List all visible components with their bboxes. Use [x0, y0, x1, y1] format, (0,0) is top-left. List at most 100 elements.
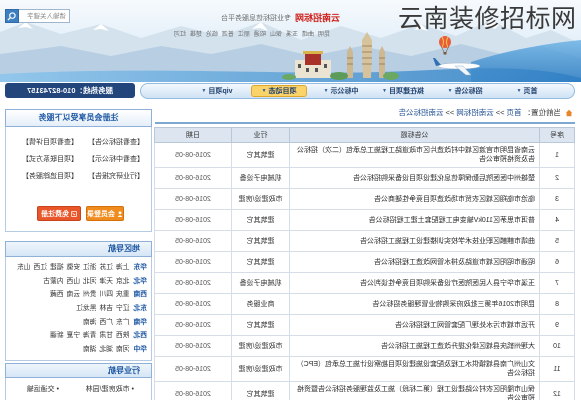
province-link[interactable]: 西藏 — [50, 291, 64, 298]
table-row[interactable]: 11 文山州广南县城镇供水工程及配套设施建设项目勘察设计施工总承包（EPC）招标… — [154, 356, 575, 382]
table-row[interactable]: 9 开远市城市污水处理厂配套管网工程招标公告 建筑其它 2016-08-05 — [154, 314, 575, 336]
notice-title-link[interactable]: 云南省昆明市官渡区城中村改造片区市政道路工程施工总承包（二次）招标公告及资格预审… — [289, 142, 540, 168]
nav-item-planned-projects[interactable]: 拟在建项目 ▼ — [372, 84, 434, 98]
notice-title-link[interactable]: 开远市城市污水处理厂配套管网工程招标公告 — [289, 314, 540, 336]
notice-industry: 建筑其它 — [231, 230, 290, 252]
notice-title-link[interactable]: 临沧市临翔区城区农贸市场改造项目竞争性磋商公告 — [289, 188, 540, 210]
nav-item-tender-notices[interactable]: 招标公告 ▼ — [434, 84, 496, 98]
province-link[interactable]: 福建 — [50, 264, 64, 271]
breadcrumb-current[interactable]: 云南招标公告 — [398, 107, 443, 119]
nav-item-award-notices[interactable]: 中标公示 ▼ — [310, 84, 372, 98]
breadcrumb-home[interactable]: 首页 — [507, 107, 522, 119]
industry-link[interactable]: • 市政房建/园林 — [86, 384, 134, 394]
breadcrumb-site[interactable]: 云南招标网 — [456, 107, 494, 119]
table-row[interactable]: 4 普洱市思茅区110kV输变电工程配套土建工程招标公告 建筑其它 2016-0… — [154, 209, 575, 231]
notice-title-link[interactable]: 曲靖市麒麟区职业技术学校实训楼建设工程施工招标公告 — [289, 230, 540, 252]
region-name-link[interactable]: 华中 — [133, 346, 147, 353]
notice-title-link[interactable]: 文山州广南县城镇供水工程及配套设施建设项目勘察设计施工总承包（EPC）招标公告 — [289, 356, 540, 382]
province-link[interactable]: 江苏 — [99, 264, 113, 271]
row-number: 1 — [539, 142, 575, 168]
province-link[interactable]: 贵州 — [83, 291, 97, 298]
notice-industry: 市政建设/房建 — [231, 356, 290, 382]
table-row[interactable]: 2 楚雄州中医医院后勤保障信息化建设项目设备采购招标公告 机械电子设备 2016… — [154, 167, 575, 189]
search-button[interactable] — [5, 9, 19, 23]
province-link[interactable]: 内蒙古 — [43, 278, 63, 285]
notice-title-link[interactable]: 楚雄州中医医院后勤保障信息化建设项目设备采购招标公告 — [289, 167, 540, 189]
breadcrumb: 当前位置： 首页 >> 云南招标网 >> 云南招标公告 — [398, 107, 573, 119]
nav-label: 招标公告 — [454, 88, 483, 95]
nav-item-project-news[interactable]: 项目动态 ▼ — [251, 85, 307, 97]
table-row[interactable]: 1 云南省昆明市官渡区城中村改造片区市政道路工程施工总承包（二次）招标公告及资格… — [154, 142, 575, 168]
province-link[interactable]: 河北 — [83, 278, 97, 285]
city-link[interactable]: 普洱 — [222, 29, 234, 38]
nav-label: 拟在建项目 — [388, 88, 424, 95]
province-link[interactable]: 陕西 — [116, 332, 130, 339]
city-link[interactable]: 保山 — [270, 29, 282, 38]
region-name-link[interactable]: 西北 — [133, 332, 147, 339]
province-link[interactable]: 四川 — [99, 291, 113, 298]
province-link[interactable]: 湖南 — [83, 346, 97, 353]
table-row[interactable]: 7 玉溪市华宁县人民医院医疗设备采购项目竞争性谈判公告 机械电子设备 2016-… — [154, 272, 575, 294]
nav-label: 首页 — [523, 88, 538, 95]
region-name-link[interactable]: 华东 — [133, 264, 147, 271]
province-link[interactable]: 青海 — [83, 332, 97, 339]
login-button[interactable]: 会员登录 — [86, 206, 124, 221]
province-link[interactable]: 海南 — [83, 319, 97, 326]
register-button[interactable]: 免费注册 — [37, 206, 81, 221]
province-link[interactable]: 甘肃 — [99, 332, 113, 339]
notice-title-link[interactable]: 普洱市思茅区110kV输变电工程配套土建工程招标公告 — [289, 209, 540, 231]
province-link[interactable]: 天津 — [99, 278, 113, 285]
region-name-link[interactable]: 西南 — [133, 291, 147, 298]
industry-link[interactable]: • 交通运输 — [27, 384, 59, 394]
province-link[interactable]: 广东 — [116, 319, 130, 326]
city-link[interactable]: 丽江 — [238, 29, 250, 38]
table-row[interactable]: 10 大理州鹤庆县城区绿化提升改造工程施工招标公告 市政建设/房建 2016-0… — [154, 335, 575, 357]
province-link[interactable]: 江西 — [34, 264, 48, 271]
notice-title-link[interactable]: 昭通市昭阳区城市道路及排水管网改造工程招标公告 — [289, 251, 540, 273]
table-row[interactable]: 5 曲靖市麒麟区职业技术学校实训楼建设工程施工招标公告 建筑其它 2016-08… — [154, 230, 575, 252]
province-link[interactable]: 上海 — [116, 264, 130, 271]
notice-title-link[interactable]: 玉溪市华宁县人民医院医疗设备采购项目竞争性谈判公告 — [289, 272, 540, 294]
column-header-no: 序号 — [539, 127, 575, 143]
province-link[interactable]: 安徽 — [66, 264, 80, 271]
notice-title-link[interactable]: 保山市隆阳区农村公路建设工程（第二标段）施工及监理服务招标公告暨资格预审公告 — [289, 381, 540, 400]
table-row[interactable]: 6 昭通市昭阳区城市道路及排水管网改造工程招标公告 建筑其它 2016-08-0… — [154, 251, 575, 273]
overlay-caption: 云南装修招标网 — [398, 4, 577, 33]
nav-item-vip-projects[interactable]: vip项目 ▼ — [186, 84, 248, 98]
region-name-link[interactable]: 东北 — [133, 305, 147, 312]
province-link[interactable]: 北京 — [116, 278, 130, 285]
province-link[interactable]: 辽宁 — [116, 305, 130, 312]
city-link[interactable]: 楚雄 — [190, 29, 202, 38]
province-link[interactable]: 山东 — [17, 264, 31, 271]
region-name-link[interactable]: 华北 — [133, 278, 147, 285]
region-name-link[interactable]: 华南 — [133, 319, 147, 326]
city-link[interactable]: 昆明 — [318, 29, 330, 38]
notice-industry: 机械电子设备 — [231, 167, 290, 189]
province-link[interactable]: 河南 — [116, 346, 130, 353]
city-link[interactable]: 玉溪 — [286, 29, 298, 38]
province-link[interactable]: 吉林 — [99, 305, 113, 312]
table-row[interactable]: 8 昆明市2016年第三批政府采购物业管理服务招标公告 商业服务 2016-08… — [154, 293, 575, 315]
city-link[interactable]: 临沧 — [206, 29, 218, 38]
province-link[interactable]: 山西 — [66, 278, 80, 285]
province-link[interactable]: 湖北 — [99, 346, 113, 353]
province-link[interactable]: 黑龙江 — [76, 305, 96, 312]
site-name[interactable]: 云南招标网 — [295, 11, 340, 24]
notice-date: 2016-08-05 — [154, 272, 232, 294]
city-link[interactable]: 红河 — [174, 29, 186, 38]
table-row[interactable]: 12 保山市隆阳区农村公路建设工程（第二标段）施工及监理服务招标公告暨资格预审公… — [154, 381, 575, 400]
province-link[interactable]: 云南 — [66, 291, 80, 298]
nav-item-home[interactable]: 首页 ▼ — [496, 84, 558, 98]
province-link[interactable]: 浙江 — [83, 264, 97, 271]
nav-items: 首页 ▼ 招标公告 ▼ 拟在建项目 ▼ 中标公示 ▼ 项目动态 ▼ vip项目 ▼ — [186, 84, 558, 98]
search-input[interactable] — [18, 9, 70, 23]
notice-title-link[interactable]: 大理州鹤庆县城区绿化提升改造工程施工招标公告 — [289, 335, 540, 357]
city-link[interactable]: 曲靖 — [302, 29, 314, 38]
table-row[interactable]: 3 临沧市临翔区城区农贸市场改造项目竞争性磋商公告 市政建设/房建 2016-0… — [154, 188, 575, 210]
notice-title-link[interactable]: 昆明市2016年第三批政府采购物业管理服务招标公告 — [289, 293, 540, 315]
province-link[interactable]: 新疆 — [50, 332, 64, 339]
province-link[interactable]: 广西 — [99, 319, 113, 326]
city-link[interactable]: 昭通 — [254, 29, 266, 38]
province-link[interactable]: 重庆 — [116, 291, 130, 298]
province-link[interactable]: 宁夏 — [66, 332, 80, 339]
